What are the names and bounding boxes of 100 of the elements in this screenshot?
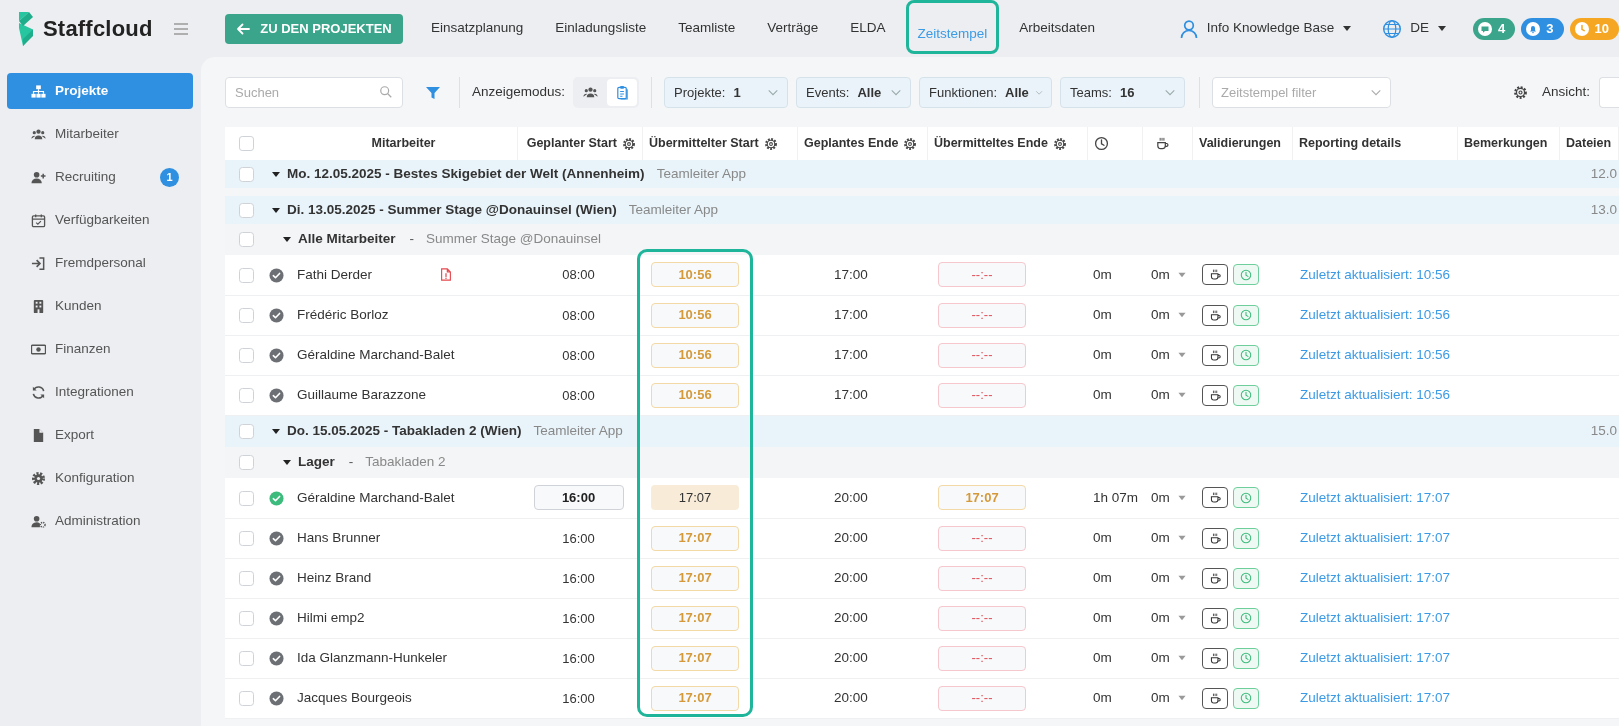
coffee-icon	[1155, 136, 1170, 151]
clock-button[interactable]	[1233, 607, 1259, 629]
coffee-button[interactable]	[1202, 304, 1228, 326]
coffee-button[interactable]	[1202, 487, 1228, 509]
sidebar-item[interactable]: Fremdpersonal	[7, 245, 193, 281]
time-field[interactable]: --:--	[938, 685, 1026, 711]
clock-button[interactable]	[1233, 687, 1259, 709]
sidebar-item[interactable]: Mitarbeiter	[7, 116, 193, 152]
time-field[interactable]: --:--	[938, 565, 1026, 591]
time-field[interactable]: --:--	[938, 525, 1026, 551]
coffee-button[interactable]	[1202, 647, 1228, 669]
time-field[interactable]: --:--	[938, 302, 1026, 328]
sidebar-item[interactable]: Kunden	[7, 288, 193, 324]
coffee-button[interactable]	[1202, 607, 1228, 629]
clipboard-icon	[614, 85, 630, 100]
row-checkbox[interactable]	[239, 202, 254, 218]
row-checkbox[interactable]	[239, 387, 254, 403]
filter-dropdown[interactable]: Projekte: 1	[664, 77, 789, 108]
time-text: 20:00	[834, 649, 868, 665]
break-dropdown[interactable]: 0m	[1151, 647, 1187, 669]
row-checkbox[interactable]	[239, 570, 254, 586]
user-name[interactable]: Info Knowledge Base	[1206, 18, 1335, 39]
source-label: Teamleiter App	[533, 423, 623, 439]
time-field[interactable]: 16:00	[533, 485, 624, 511]
sidebar-item[interactable]: Verfügbarkeiten	[7, 202, 193, 238]
row-checkbox[interactable]	[239, 610, 254, 626]
coffee-button[interactable]	[1202, 344, 1228, 366]
time-field[interactable]: --:--	[938, 262, 1026, 288]
menu-icon[interactable]	[172, 20, 189, 37]
sidebar-item[interactable]: Projekte	[7, 73, 193, 109]
row-checkbox[interactable]	[239, 307, 254, 323]
filter-dropdown[interactable]: Funktionen: Alle	[919, 77, 1053, 108]
clock-button[interactable]	[1233, 264, 1259, 286]
sidebar-item[interactable]: Integrationen	[7, 374, 193, 410]
row-checkbox[interactable]	[239, 232, 254, 248]
coffee-button[interactable]	[1202, 384, 1228, 406]
break-dropdown[interactable]: 0m	[1151, 567, 1187, 589]
language-selector[interactable]: DE	[1410, 18, 1430, 39]
row-checkbox[interactable]	[239, 267, 254, 283]
break-dropdown[interactable]: 0m	[1151, 304, 1187, 326]
break-dropdown[interactable]: 0m	[1151, 607, 1187, 629]
row-checkbox[interactable]	[239, 530, 254, 546]
nav-tab[interactable]: ELDA	[850, 16, 886, 41]
clock-button[interactable]	[1233, 304, 1259, 326]
settings-icon[interactable]	[1512, 85, 1528, 100]
break-dropdown[interactable]: 0m	[1151, 264, 1187, 285]
sidebar-item[interactable]: Konfiguration	[7, 460, 193, 496]
mode-toggle[interactable]	[607, 79, 638, 106]
nav-tab[interactable]: Arbeitsdaten	[1019, 16, 1096, 41]
break-dropdown[interactable]: 0m	[1151, 527, 1187, 549]
brand-name: Staffcloud	[43, 15, 153, 43]
sidebar-item[interactable]: Recruiting 1	[7, 159, 193, 195]
filter-icon[interactable]	[425, 84, 441, 101]
break-dropdown[interactable]: 0m	[1151, 487, 1187, 508]
break-dropdown[interactable]: 0m	[1151, 687, 1187, 709]
break-dropdown[interactable]: 0m	[1151, 384, 1187, 406]
coffee-button[interactable]	[1202, 687, 1228, 709]
caret-icon[interactable]	[1342, 24, 1353, 33]
caret-icon[interactable]	[1437, 24, 1448, 33]
settings-icon[interactable]	[622, 136, 636, 151]
settings-icon[interactable]	[903, 136, 918, 151]
time-field[interactable]: --:--	[938, 382, 1026, 408]
document-icon[interactable]	[439, 267, 453, 283]
caret-icon[interactable]	[271, 205, 281, 215]
clock-button[interactable]	[1233, 527, 1259, 549]
nav-tab[interactable]: Einsatzplanung	[431, 16, 524, 41]
nav-tab[interactable]: Teamliste	[678, 16, 736, 41]
nav-tab[interactable]: Verträge	[767, 16, 819, 41]
filter-dropdown[interactable]: Events: Alle	[796, 77, 912, 108]
settings-icon[interactable]	[1052, 136, 1067, 151]
coffee-button[interactable]	[1202, 567, 1228, 589]
row-checkbox[interactable]	[239, 424, 254, 440]
sidebar-item[interactable]: Export	[7, 417, 193, 453]
row-checkbox[interactable]	[239, 650, 254, 666]
settings-icon[interactable]	[763, 136, 778, 151]
clock-button[interactable]	[1233, 567, 1259, 589]
break-dropdown[interactable]: 0m	[1151, 344, 1187, 366]
time-field[interactable]: --:--	[938, 645, 1026, 671]
time-field[interactable]: --:--	[938, 342, 1026, 368]
sidebar-item[interactable]: Finanzen	[7, 331, 193, 367]
clock-button[interactable]	[1233, 384, 1259, 406]
coffee-button[interactable]	[1202, 527, 1228, 549]
sidebar-item[interactable]: Administration	[7, 503, 193, 539]
row-checkbox[interactable]	[239, 690, 254, 706]
clock-button[interactable]	[1233, 647, 1259, 669]
clock-button[interactable]	[1233, 344, 1259, 366]
filter-dropdown[interactable]: Teams: 16	[1060, 77, 1186, 108]
notifications-button[interactable]: 3	[1521, 17, 1564, 40]
row-checkbox[interactable]	[239, 490, 254, 506]
row-checkbox[interactable]	[239, 166, 254, 182]
coffee-button[interactable]	[1202, 264, 1228, 286]
clock-button[interactable]	[1233, 487, 1259, 509]
time-field[interactable]: 17:07	[651, 485, 739, 511]
time-field[interactable]: --:--	[938, 605, 1026, 631]
select-all-checkbox[interactable]	[239, 136, 254, 152]
caret-icon[interactable]	[271, 169, 281, 179]
nav-tab[interactable]: Einladungsliste	[555, 16, 647, 41]
search-field[interactable]: Suchen	[225, 77, 403, 108]
row-checkbox[interactable]	[239, 347, 254, 363]
row-checkbox[interactable]	[239, 455, 254, 471]
